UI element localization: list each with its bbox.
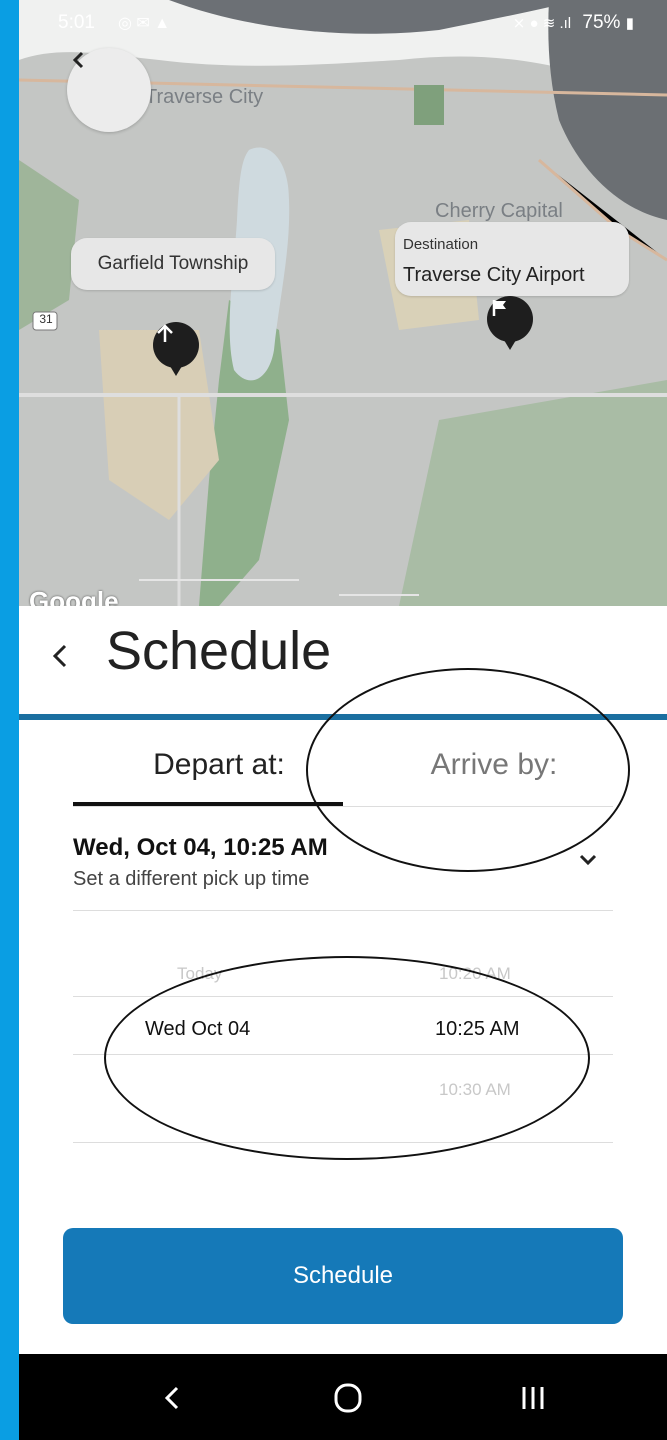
selected-datetime: Wed, Oct 04, 10:25 AM [73, 834, 328, 861]
picker-divider-top [73, 996, 613, 997]
origin-pin[interactable] [153, 322, 199, 376]
destination-pin[interactable] [487, 296, 533, 350]
screen-frame [0, 0, 19, 1440]
map-label-cherry-capital: Cherry Capital [435, 200, 563, 222]
status-battery: ⨯ ● ≋ .ıl 75% ▮ [513, 12, 634, 34]
header-divider [19, 714, 667, 720]
nav-recents-button[interactable] [513, 1378, 553, 1418]
datetime-selector[interactable]: Wed, Oct 04, 10:25 AM Set a different pi… [73, 816, 613, 912]
destination-label[interactable]: Destination Traverse City Airport [395, 222, 629, 296]
flag-icon [492, 300, 506, 316]
signal-icons: ⨯ ● ≋ .ıl [512, 15, 572, 32]
destination-caption: Destination [403, 236, 479, 253]
map-view[interactable]: Traverse City Cherry Capital 31 Garfield… [19, 0, 667, 606]
nav-home-button[interactable] [328, 1378, 368, 1418]
destination-name: Traverse City Airport [403, 264, 585, 286]
battery-percent: 75% [582, 12, 621, 33]
notification-icons: ◎ ✉ ▲ [118, 15, 171, 32]
tab-divider [73, 806, 613, 807]
picker-time-next[interactable]: 10:30 AM [439, 1080, 511, 1100]
picker-time-prev[interactable]: 10:20 AM [439, 964, 511, 984]
page-title: Schedule [106, 621, 332, 681]
divider [73, 1142, 613, 1143]
map-label-traverse-city: Traverse City [145, 86, 264, 108]
picker-divider-bottom [73, 1054, 613, 1055]
origin-label[interactable]: Garfield Township [71, 238, 275, 290]
picker-day-selected[interactable]: Wed Oct 04 [145, 1018, 250, 1041]
tab-arrive-by[interactable]: Arrive by: [409, 748, 579, 782]
system-nav-bar [19, 1354, 667, 1440]
schedule-sheet: Schedule Depart at: Arrive by: Wed, Oct … [19, 606, 667, 1354]
picker-time-selected[interactable]: 10:25 AM [435, 1018, 520, 1041]
home-icon [334, 1383, 362, 1413]
date-time-picker[interactable]: Today 10:20 AM Wed Oct 04 10:25 AM 10:30… [73, 910, 613, 1142]
sheet-back-button[interactable] [45, 636, 75, 676]
picker-day-prev[interactable]: Today [177, 964, 222, 984]
selected-datetime-subtext: Set a different pick up time [73, 868, 310, 890]
battery-icon: ▮ [625, 15, 634, 32]
chevron-left-icon [72, 51, 84, 69]
chevron-left-icon [52, 644, 67, 668]
schedule-button[interactable]: Schedule [63, 1228, 623, 1324]
nav-back-button[interactable] [153, 1378, 193, 1418]
status-bar: 5:01 ◎ ✉ ▲ ⨯ ● ≋ .ıl 75% ▮ [40, 8, 650, 38]
status-time: 5:01 [58, 12, 95, 33]
route-shield-label: 31 [39, 312, 53, 326]
arrow-up-icon [157, 324, 173, 342]
google-attribution: Google [29, 586, 119, 606]
chevron-left-icon [164, 1386, 179, 1410]
chevron-down-icon [579, 854, 597, 866]
origin-label-text: Garfield Township [97, 253, 249, 274]
tab-depart-at[interactable]: Depart at: [129, 748, 309, 782]
map-back-button[interactable] [67, 48, 151, 132]
recents-icon [522, 1387, 544, 1409]
